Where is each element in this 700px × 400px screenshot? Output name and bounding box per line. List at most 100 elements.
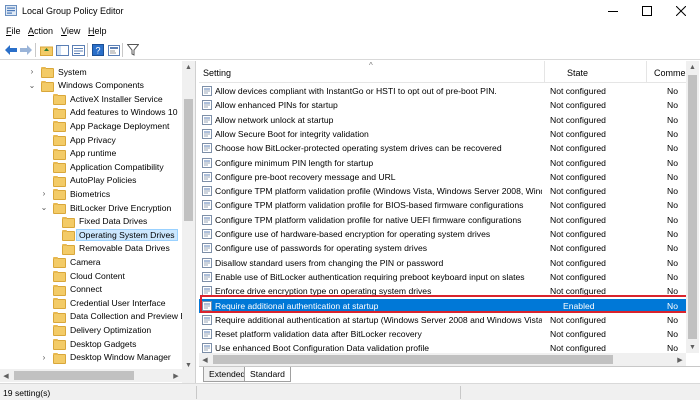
tree-node[interactable]: AutoPlay Policies	[40, 174, 138, 187]
tree-node-label: Windows Components	[58, 80, 144, 91]
maximize-button[interactable]	[630, 0, 664, 22]
up-folder-button[interactable]	[39, 43, 53, 57]
policy-row[interactable]: Configure TPM platform validation profil…	[199, 213, 687, 227]
column-header-state[interactable]: State	[567, 68, 588, 78]
console-tree-icon	[55, 44, 69, 56]
policy-row[interactable]: Configure TPM platform validation profil…	[199, 184, 687, 198]
column-divider[interactable]	[646, 61, 647, 83]
export-list-button[interactable]	[71, 43, 85, 57]
tree-horizontal-scrollbar[interactable]: ◀ ▶	[0, 369, 182, 382]
column-header-comment[interactable]: Commen	[654, 68, 687, 78]
menu-view[interactable]: View	[61, 26, 80, 36]
policy-row[interactable]: Allow enhanced PINs for startup Not confi…	[199, 98, 687, 112]
folder-icon	[53, 325, 66, 337]
tree-node[interactable]: Data Collection and Preview Builds	[40, 310, 195, 323]
minimize-button[interactable]	[596, 0, 630, 22]
policy-setting-icon	[202, 186, 212, 197]
list-horizontal-scrollbar[interactable]: ◀ ▶	[199, 353, 686, 366]
policy-setting-icon	[202, 257, 212, 268]
column-header-setting[interactable]: Setting	[203, 68, 231, 78]
policy-row[interactable]: Use enhanced Boot Configuration Data val…	[199, 341, 687, 353]
tree-node[interactable]: › Biometrics	[40, 187, 112, 201]
scroll-left-icon[interactable]: ◀	[199, 353, 211, 366]
tree-node[interactable]: Camera	[40, 255, 103, 269]
policy-setting-icon	[202, 100, 212, 111]
scroll-left-icon[interactable]: ◀	[0, 369, 12, 382]
properties-icon	[108, 44, 120, 56]
policy-row[interactable]: Configure use of hardware-based encrypti…	[199, 227, 687, 241]
tree-node[interactable]: Fixed Data Drives	[62, 215, 149, 228]
tree-node[interactable]: App runtime	[40, 147, 118, 160]
expand-chevron-icon[interactable]: ›	[28, 67, 36, 76]
folder-icon	[53, 94, 66, 106]
tree-vertical-scrollbar[interactable]: ▲ ▼	[182, 61, 195, 383]
scroll-right-icon[interactable]: ▶	[674, 353, 686, 366]
policy-comment: No	[667, 214, 678, 225]
tree-node[interactable]: Application Compatibility	[40, 160, 166, 174]
menu-help[interactable]: Help	[88, 26, 107, 36]
tree-node[interactable]: Connect	[40, 283, 104, 296]
tree-node[interactable]: Removable Data Drives	[62, 242, 172, 255]
tree-node[interactable]: › System	[28, 65, 89, 78]
policy-state: Not configured	[550, 143, 606, 154]
close-button[interactable]	[664, 0, 698, 22]
scroll-thumb[interactable]	[184, 99, 193, 221]
list-vertical-scrollbar[interactable]: ▲ ▼	[686, 61, 699, 353]
tree-node[interactable]: App Package Deployment	[40, 119, 171, 133]
policy-setting-name: Allow network unlock at startup	[215, 114, 334, 125]
tree-node[interactable]: ⌄ Windows Components	[28, 79, 146, 92]
scroll-thumb[interactable]	[14, 371, 134, 380]
tree-node[interactable]: App Privacy	[40, 133, 118, 146]
filter-icon	[127, 44, 139, 56]
policy-row[interactable]: Choose how BitLocker-protected operating…	[199, 141, 687, 155]
scroll-up-icon[interactable]: ▲	[686, 61, 699, 73]
scroll-thumb[interactable]	[213, 355, 613, 364]
tree-node[interactable]: ActiveX Installer Service	[40, 92, 165, 106]
column-divider[interactable]	[544, 61, 545, 83]
back-button[interactable]	[4, 43, 18, 57]
scroll-right-icon[interactable]: ▶	[170, 369, 182, 382]
tab-standard[interactable]: Standard	[244, 367, 291, 382]
forward-button[interactable]	[19, 43, 33, 57]
collapse-chevron-icon[interactable]: ⌄	[28, 81, 36, 90]
policy-row[interactable]: Configure TPM platform validation profil…	[199, 198, 687, 212]
tree-node[interactable]: Add features to Windows 10	[40, 106, 179, 119]
policy-row[interactable]: Allow Secure Boot for integrity validati…	[199, 127, 687, 141]
policy-row[interactable]: Configure use of passwords for operating…	[199, 241, 687, 255]
policy-row[interactable]: Configure minimum PIN length for startup…	[199, 156, 687, 170]
scroll-down-icon[interactable]: ▼	[182, 359, 195, 371]
policy-state: Not configured	[550, 100, 606, 111]
tree-node[interactable]: Credential User Interface	[40, 296, 168, 310]
policy-row[interactable]: Enable use of BitLocker authentication r…	[199, 270, 687, 284]
policy-comment: No	[667, 143, 678, 154]
policy-row[interactable]: Disallow standard users from changing th…	[199, 256, 687, 270]
policy-row[interactable]: Configure pre-boot recovery message and …	[199, 170, 687, 184]
help-button[interactable]: ?	[91, 43, 105, 57]
properties-button[interactable]	[107, 43, 121, 57]
tree-node[interactable]: › Desktop Window Manager	[40, 351, 173, 364]
tree-node[interactable]: Cloud Content	[40, 269, 127, 282]
policy-row[interactable]: Allow network unlock at startup Not confi…	[199, 113, 687, 127]
policy-setting-name: Configure use of hardware-based encrypti…	[215, 229, 491, 239]
policy-row[interactable]: Allow devices compliant with InstantGo o…	[199, 84, 687, 98]
expand-chevron-icon[interactable]: ›	[40, 353, 48, 362]
expand-chevron-icon[interactable]: ›	[40, 189, 48, 198]
menu-action[interactable]: Action	[28, 26, 53, 36]
tree-node-label: App Privacy	[70, 134, 116, 145]
scroll-up-icon[interactable]: ▲	[182, 61, 195, 73]
menu-file[interactable]: File	[6, 26, 21, 36]
filter-button[interactable]	[126, 43, 140, 57]
tree-node[interactable]: Desktop Gadgets	[40, 337, 138, 350]
scroll-thumb[interactable]	[688, 75, 697, 339]
tree-node[interactable]: Operating System Drives	[62, 228, 178, 242]
policy-row[interactable]: Reset platform validation data after Bit…	[199, 327, 687, 341]
scroll-down-icon[interactable]: ▼	[686, 341, 699, 353]
collapse-chevron-icon[interactable]: ⌄	[40, 203, 48, 212]
policy-setting-icon	[202, 229, 212, 239]
tree-node[interactable]: Delivery Optimization	[40, 323, 153, 337]
folder-icon	[53, 135, 66, 146]
folder-icon	[62, 243, 75, 255]
show-hide-tree-button[interactable]	[55, 43, 69, 57]
policy-row[interactable]: Require additional authentication at sta…	[199, 313, 687, 327]
tree-node[interactable]: ⌄ BitLocker Drive Encryption	[40, 201, 173, 214]
